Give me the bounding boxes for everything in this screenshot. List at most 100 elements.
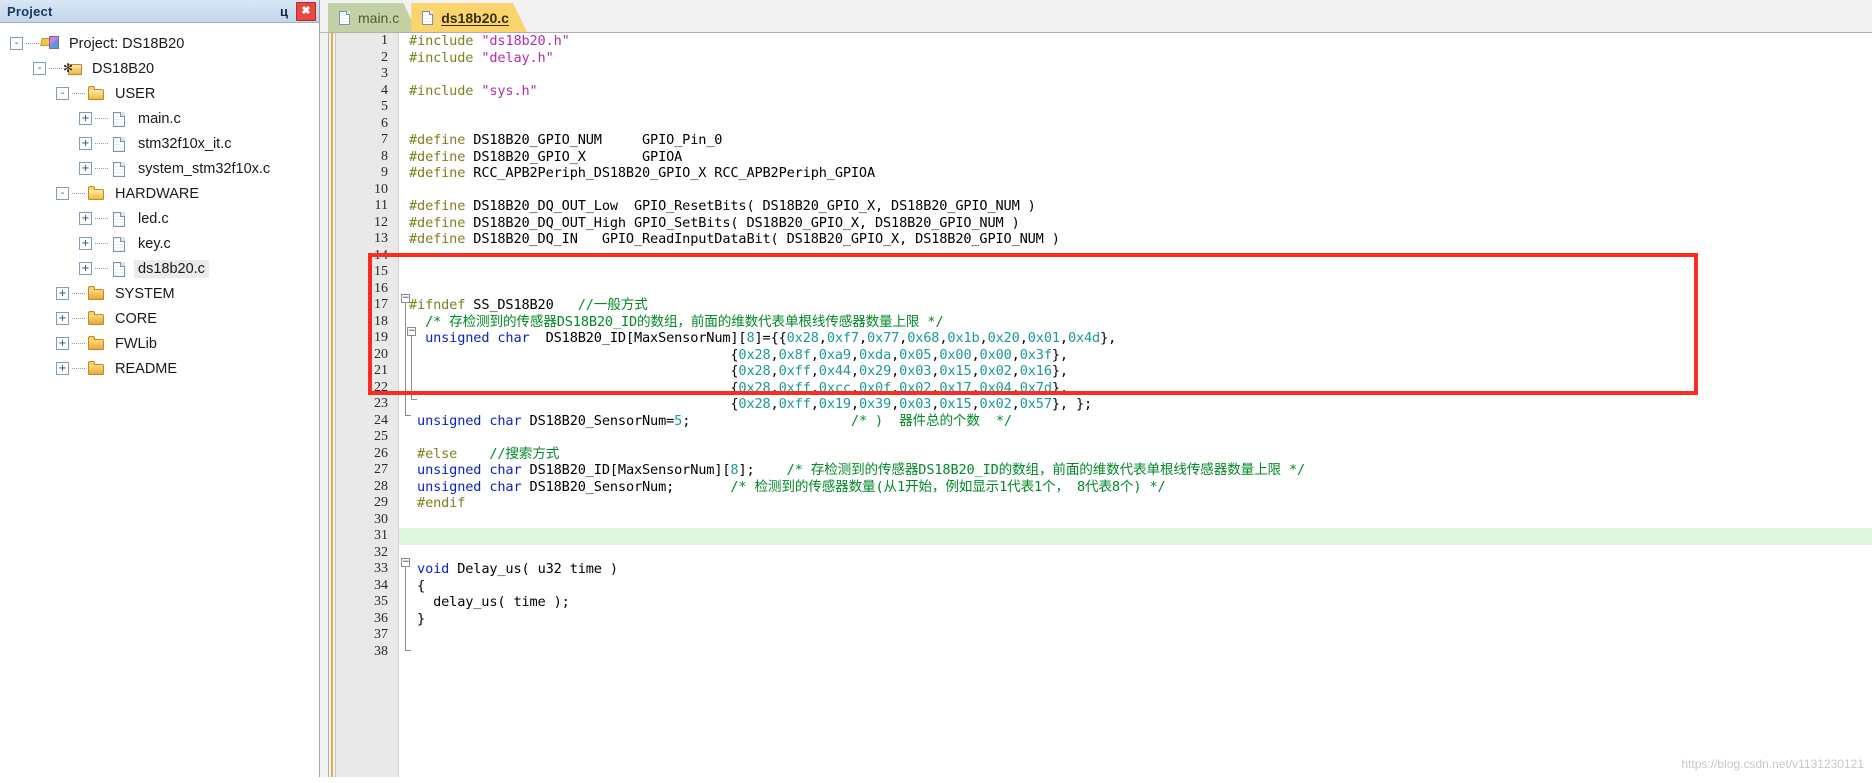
code-token: 0xa9: [818, 346, 851, 363]
tree-item-user[interactable]: - USER: [0, 81, 319, 106]
tree-item-system[interactable]: + SYSTEM: [0, 281, 319, 306]
expand-toggle-icon[interactable]: +: [56, 337, 69, 350]
code-line[interactable]: #else //搜索方式: [399, 446, 1872, 463]
code-line[interactable]: [399, 644, 1872, 661]
code-token: {: [409, 577, 426, 594]
code-line[interactable]: unsigned char DS18B20_ID[MaxSensorNum][8…: [399, 330, 1872, 347]
code-line[interactable]: [399, 99, 1872, 116]
code-line[interactable]: [399, 281, 1872, 298]
expand-toggle-icon[interactable]: +: [56, 312, 69, 325]
code-line[interactable]: [399, 182, 1872, 199]
code-line[interactable]: [399, 429, 1872, 446]
code-line[interactable]: {: [399, 578, 1872, 595]
project-panel-title: Project: [7, 3, 53, 19]
tree-item-fwlib[interactable]: + FWLib: [0, 331, 319, 356]
tree-item-system-stm32f10x-c[interactable]: + system_stm32f10x.c: [0, 156, 319, 181]
code-line[interactable]: [399, 528, 1872, 545]
collapse-toggle-icon[interactable]: -: [10, 37, 23, 50]
code-line[interactable]: unsigned char DS18B20_SensorNum=5; /* ) …: [399, 413, 1872, 430]
code-line[interactable]: void Delay_us( u32 time ): [399, 561, 1872, 578]
fold-toggle-function[interactable]: −: [401, 558, 410, 567]
line-number: 14: [374, 247, 388, 263]
code-token: 0x8f: [778, 346, 811, 363]
tree-connector: [95, 242, 108, 245]
code-line[interactable]: [399, 264, 1872, 281]
code-line[interactable]: }: [399, 611, 1872, 628]
fold-toggle-ifndef[interactable]: −: [401, 294, 410, 303]
tree-item-ds18b20-c[interactable]: + ds18b20.c: [0, 256, 319, 281]
tree-item-label: SYSTEM: [115, 285, 175, 302]
code-line[interactable]: #endif: [399, 495, 1872, 512]
code-line[interactable]: [399, 248, 1872, 265]
tree-item-main-c[interactable]: + main.c: [0, 106, 319, 131]
tree-item-core[interactable]: + CORE: [0, 306, 319, 331]
code-token: Delay_us( u32 time ): [449, 561, 618, 577]
tree-item-project-ds18b20[interactable]: - Project: DS18B20: [0, 31, 319, 56]
code-line[interactable]: [399, 512, 1872, 529]
code-line[interactable]: unsigned char DS18B20_ID[MaxSensorNum][8…: [399, 462, 1872, 479]
code-line[interactable]: {0x28,0xff,0xcc,0x0f,0x02,0x17,0x04,0x7d…: [399, 380, 1872, 397]
code-token: 0xff: [778, 379, 811, 396]
code-token: ,: [891, 346, 900, 363]
code-line[interactable]: {0x28,0xff,0x19,0x39,0x03,0x15,0x02,0x57…: [399, 396, 1872, 413]
code-line[interactable]: #define DS18B20_DQ_OUT_Low GPIO_ResetBit…: [399, 198, 1872, 215]
code-line[interactable]: [399, 627, 1872, 644]
code-line[interactable]: #define DS18B20_DQ_OUT_High GPIO_SetBits…: [399, 215, 1872, 232]
editor-tabbar[interactable]: main.c ds18b20.c: [320, 0, 1872, 33]
expand-toggle-icon[interactable]: +: [56, 287, 69, 300]
code-line[interactable]: [399, 545, 1872, 562]
fold-guide-line-3: [405, 567, 406, 650]
code-line[interactable]: /* 存检测到的传感器DS18B20_ID的数组，前面的维数代表单根线传感器数量…: [399, 314, 1872, 331]
code-line[interactable]: [399, 66, 1872, 83]
code-line[interactable]: #define DS18B20_DQ_IN GPIO_ReadInputData…: [399, 231, 1872, 248]
code-token: ,: [891, 363, 900, 379]
expand-toggle-icon[interactable]: +: [79, 162, 92, 175]
tree-item-label: ds18b20.c: [134, 259, 209, 278]
code-token: ,: [1059, 330, 1068, 346]
code-line[interactable]: #include "sys.h": [399, 83, 1872, 100]
code-text-area[interactable]: #include "ds18b20.h" #include "delay.h" #…: [399, 33, 1872, 777]
pushpin-icon[interactable]: ц: [276, 3, 292, 20]
tree-item-led-c[interactable]: + led.c: [0, 206, 319, 231]
code-line[interactable]: {0x28,0xff,0x44,0x29,0x03,0x15,0x02,0x16…: [399, 363, 1872, 380]
code-line[interactable]: #ifndef SS_DS18B20 //一般方式: [399, 297, 1872, 314]
code-token: 0x02: [979, 363, 1012, 379]
code-line[interactable]: #include "ds18b20.h": [399, 33, 1872, 50]
code-line[interactable]: #define DS18B20_GPIO_X GPIOA: [399, 149, 1872, 166]
tree-item-stm32f10x-it-c[interactable]: + stm32f10x_it.c: [0, 131, 319, 156]
tab-main-c[interactable]: main.c: [328, 3, 417, 32]
expand-toggle-icon[interactable]: +: [79, 137, 92, 150]
tree-item-hardware[interactable]: - HARDWARE: [0, 181, 319, 206]
tree-item-ds18b20[interactable]: - DS18B20: [0, 56, 319, 81]
code-line[interactable]: #define DS18B20_GPIO_NUM GPIO_Pin_0: [399, 132, 1872, 149]
code-line[interactable]: #include "delay.h": [399, 50, 1872, 67]
code-token: 8: [746, 330, 755, 346]
code-line[interactable]: {0x28,0x8f,0xa9,0xda,0x05,0x00,0x00,0x3f…: [399, 347, 1872, 364]
tree-connector: [72, 92, 85, 95]
code-token: ,: [850, 363, 859, 379]
code-scroll-region[interactable]: 1 2 3 4 5 6 7 8 9 10 11 12 13 14 15 16 17 18 19 20 21 22 23 24 2…: [336, 33, 1872, 777]
tree-item-label: main.c: [138, 110, 181, 127]
line-number-gutter: 1 2 3 4 5 6 7 8 9 10 11 12 13 14 15 16 17 18 19 20 21 22 23 24 2…: [336, 33, 399, 777]
tree-item-key-c[interactable]: + key.c: [0, 231, 319, 256]
code-view: 1 2 3 4 5 6 7 8 9 10 11 12 13 14 15 16 17 18 19 20 21 22 23 24 2…: [328, 32, 1872, 777]
code-line[interactable]: delay_us( time );: [399, 594, 1872, 611]
collapse-toggle-icon[interactable]: -: [33, 62, 46, 75]
expand-toggle-icon[interactable]: +: [56, 362, 69, 375]
close-icon[interactable]: ✖: [296, 2, 316, 21]
collapse-toggle-icon[interactable]: -: [56, 187, 69, 200]
expand-toggle-icon[interactable]: +: [79, 237, 92, 250]
code-token: 0x4d: [1067, 330, 1101, 346]
code-line[interactable]: #define RCC_APB2Periph_DS18B20_GPIO_X RC…: [399, 165, 1872, 182]
tab-ds18b20-c[interactable]: ds18b20.c: [411, 3, 527, 32]
expand-toggle-icon[interactable]: +: [79, 262, 92, 275]
code-line[interactable]: unsigned char DS18B20_SensorNum; /* 检测到的…: [399, 479, 1872, 496]
expand-toggle-icon[interactable]: +: [79, 212, 92, 225]
collapse-toggle-icon[interactable]: -: [56, 87, 69, 100]
code-token: "sys.h": [481, 82, 538, 99]
project-tree[interactable]: - Project: DS18B20 - DS18B20 - USER + main.c + st…: [0, 23, 319, 783]
expand-toggle-icon[interactable]: +: [79, 112, 92, 125]
code-line[interactable]: [399, 116, 1872, 133]
tree-item-readme[interactable]: + README: [0, 356, 319, 381]
fold-toggle-array[interactable]: −: [407, 327, 416, 336]
